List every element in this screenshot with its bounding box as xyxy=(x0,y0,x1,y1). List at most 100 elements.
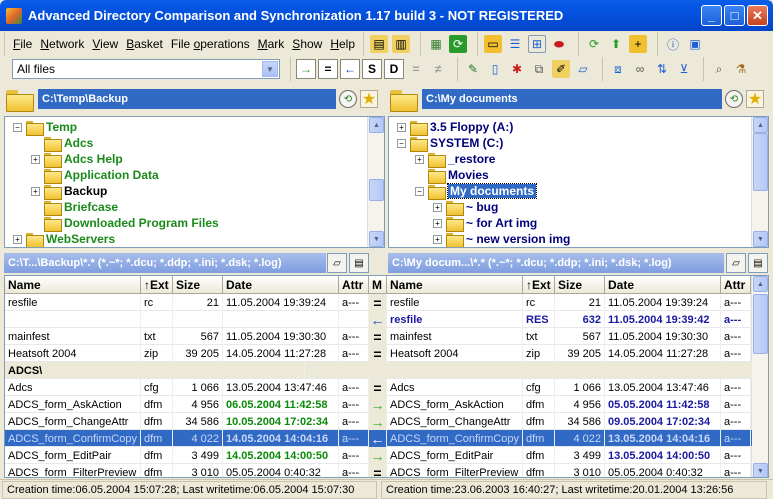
tree-node[interactable]: Briefcase xyxy=(31,199,118,216)
expand-icon[interactable]: + xyxy=(397,122,406,132)
show-right-newer-button[interactable]: ← xyxy=(340,59,360,79)
notes-icon[interactable]: ▤ xyxy=(349,253,369,273)
equal-icon[interactable]: = xyxy=(369,345,387,362)
scroll-down-icon[interactable]: ▼ xyxy=(369,231,384,247)
table-row[interactable]: ADCS_form_ConfirmCopy dfm 4 022 14.05.2004 … xyxy=(5,430,752,447)
tree-node[interactable]: Movies xyxy=(415,167,489,184)
list-view-icon[interactable]: ☰ xyxy=(506,35,524,53)
search-icon[interactable]: ⌕ xyxy=(710,60,728,78)
copy-left-arrow-icon[interactable]: ← xyxy=(369,311,387,328)
up-folder-icon[interactable]: ⬆ xyxy=(607,35,625,53)
tree-node[interactable]: +3.5 Floppy (A:) xyxy=(397,119,513,136)
column-header-right-size[interactable]: Size xyxy=(555,276,605,294)
table-row[interactable]: ADCS_form_ChangeAttr dfm 34 586 10.05.2004 … xyxy=(5,413,752,430)
tree-node[interactable]: + ~ for Art img xyxy=(433,215,537,232)
tree-node[interactable]: + Backup xyxy=(31,183,107,200)
copy-left-arrow-icon[interactable]: ← xyxy=(369,430,387,447)
equal-icon[interactable]: = xyxy=(369,379,387,396)
tree-view-icon[interactable]: ⊞ xyxy=(528,35,547,53)
menu-item-file[interactable]: File xyxy=(9,37,36,51)
menu-item-network[interactable]: Network xyxy=(36,37,88,51)
copy-icon[interactable]: ⧉ xyxy=(530,60,548,78)
star-icon[interactable]: ★ xyxy=(746,90,764,108)
pair-icon[interactable]: ⧈ xyxy=(609,60,627,78)
table-row[interactable]: mainfest txt 567 11.05.2004 19:30:30 a--- mai… xyxy=(5,328,752,345)
column-header-mid-mid[interactable]: M xyxy=(369,276,387,294)
disk-icon[interactable]: ⬬ xyxy=(550,35,568,53)
star-icon[interactable]: ★ xyxy=(360,90,378,108)
column-header-right-name[interactable]: Name xyxy=(387,276,523,294)
expand-icon[interactable]: + xyxy=(433,218,442,228)
table-row[interactable]: ADCS_form_EditPair dfm 3 499 14.05.2004 14:… xyxy=(5,447,752,464)
tree-node[interactable]: Application Data xyxy=(31,167,159,184)
file-compare-grid[interactable]: ▲ ▼ Name ↑Ext Size Date Attr M Name ↑Ext Size Dat… xyxy=(4,275,769,478)
right-folder-tree[interactable]: ▲ ▼ +3.5 Floppy (A:) − SYSTEM (C:) + _restor… xyxy=(388,116,769,248)
comment-icon[interactable]: ▱ xyxy=(574,60,592,78)
menu-item-view[interactable]: View xyxy=(88,37,122,51)
tree-node[interactable]: − My documents xyxy=(415,183,538,200)
column-header-right-date[interactable]: Date xyxy=(605,276,721,294)
refresh-icon[interactable]: ⟲ xyxy=(725,90,743,108)
left-folder-tree[interactable]: ▲ ▼ − Temp Adcs + Adcs Help Application Data +… xyxy=(4,116,385,248)
window-icon[interactable]: ▣ xyxy=(686,35,704,53)
show-singles-button[interactable]: S xyxy=(362,59,382,79)
tree-node[interactable]: Adcs xyxy=(31,135,93,152)
copy-right-arrow-icon[interactable]: → xyxy=(369,396,387,413)
menu-item-help[interactable]: Help xyxy=(326,37,359,51)
expand-tree-icon[interactable]: ▤ xyxy=(370,35,389,53)
filter-edit-icon[interactable]: ▱ xyxy=(726,253,746,273)
show-equal-button[interactable]: = xyxy=(318,59,338,79)
menu-item-basket[interactable]: Basket xyxy=(122,37,167,51)
new-folder-icon[interactable]: + xyxy=(629,35,648,53)
expand-icon[interactable]: + xyxy=(433,234,442,244)
column-header-left-size[interactable]: Size xyxy=(173,276,223,294)
tree-node[interactable]: − Temp xyxy=(13,119,77,136)
folder-icon[interactable] xyxy=(6,88,34,112)
refresh-icon[interactable]: ⟳ xyxy=(585,35,603,53)
tree-node[interactable]: + ~ bug xyxy=(433,199,498,216)
table-row[interactable]: resfile RES 632 11.05.2004 19:39:42 a--- ← xyxy=(5,311,752,328)
right-tree-scrollbar[interactable]: ▲ ▼ xyxy=(751,117,768,247)
app-icon[interactable] xyxy=(6,7,22,24)
chevron-down-icon[interactable]: ▼ xyxy=(262,61,278,77)
notes-icon[interactable]: ▤ xyxy=(748,253,768,273)
menu-item-show[interactable]: Show xyxy=(288,37,326,51)
refresh-icon[interactable]: ⟲ xyxy=(339,90,357,108)
tree-node[interactable]: − SYSTEM (C:) xyxy=(397,135,503,152)
edit-icon[interactable]: ✎ xyxy=(464,60,482,78)
info-icon[interactable]: ⓘ xyxy=(664,35,682,53)
table-row[interactable]: resfile rc 21 11.05.2004 19:39:24 a--- resfil… xyxy=(5,294,752,311)
scroll-thumb[interactable] xyxy=(753,133,768,191)
sort-icon[interactable]: ⇅ xyxy=(653,60,671,78)
collapse-icon[interactable]: − xyxy=(415,186,424,196)
column-header-left-ext[interactable]: ↑Ext xyxy=(141,276,173,294)
copy-right-arrow-icon[interactable]: → xyxy=(369,413,387,430)
split-view-icon[interactable]: ▦ xyxy=(427,35,445,53)
show-different-button[interactable]: D xyxy=(384,59,404,79)
tree-node[interactable]: + ~ new version img xyxy=(433,231,570,247)
open-folder-icon[interactable]: ▭ xyxy=(484,35,503,53)
maximize-button[interactable]: □ xyxy=(724,5,745,26)
equal-icon[interactable]: = xyxy=(369,328,387,345)
sync-icon[interactable]: ⟳ xyxy=(449,35,468,53)
table-row[interactable]: ADCS_form_FilterPreview dfm 3 010 05.05.200… xyxy=(5,464,752,477)
expand-icon[interactable]: + xyxy=(13,234,22,244)
binoculars-icon[interactable]: ∞ xyxy=(631,60,649,78)
pencil-icon[interactable]: ✐ xyxy=(552,60,570,78)
group-row[interactable]: ADCS\ xyxy=(5,362,752,379)
asterisk-icon[interactable]: ✱ xyxy=(508,60,526,78)
tree-node[interactable]: + Adcs Help xyxy=(31,151,123,168)
column-header-right-attr[interactable]: Attr xyxy=(721,276,751,294)
menu-item-file-operations[interactable]: File operations xyxy=(167,37,254,51)
tree-node[interactable]: Downloaded Program Files xyxy=(31,215,219,232)
scroll-down-icon[interactable]: ▼ xyxy=(753,231,768,247)
show-not-equal-button[interactable]: ≠ xyxy=(428,59,448,79)
close-button[interactable]: ✕ xyxy=(747,5,768,26)
expand-icon[interactable]: + xyxy=(415,154,424,164)
scroll-thumb[interactable] xyxy=(369,179,384,201)
scroll-thumb[interactable] xyxy=(753,294,768,354)
basket-icon[interactable]: ⊻ xyxy=(675,60,693,78)
file-filter-select[interactable]: All files ▼ xyxy=(12,59,280,79)
collapse-icon[interactable]: − xyxy=(13,122,22,132)
filter-edit-icon[interactable]: ▱ xyxy=(327,253,347,273)
